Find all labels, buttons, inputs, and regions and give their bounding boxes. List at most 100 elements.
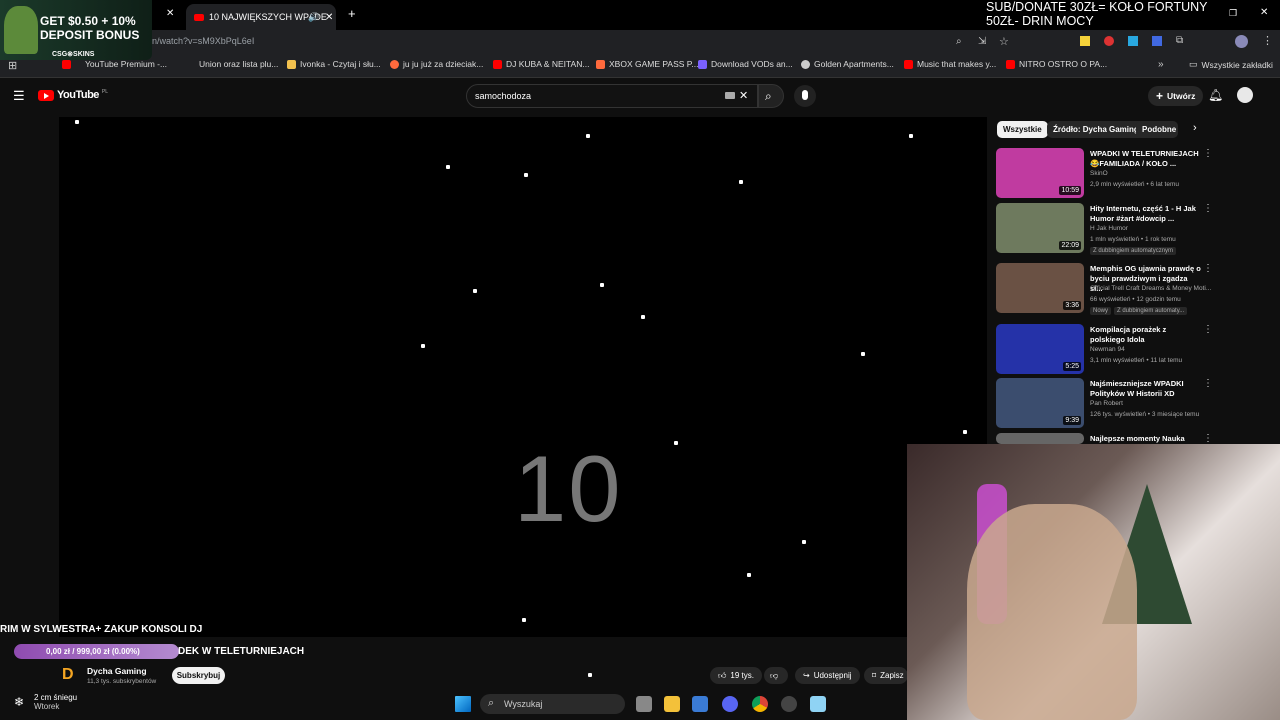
chevron-right-icon[interactable]: ›	[1193, 122, 1197, 134]
window-close-icon[interactable]: ✕	[1260, 7, 1268, 18]
stream-ticker: RIM W SYLWESTRA+ ZAKUP KONSOLI DJ	[0, 624, 203, 635]
create-button[interactable]: + Utwórz	[1148, 86, 1204, 106]
apps-grid-icon[interactable]: ⊞	[8, 59, 17, 72]
recommendation-channel[interactable]: Pan Robert	[1090, 400, 1123, 407]
video-thumbnail[interactable]: 22:09	[996, 203, 1084, 253]
puzzle-icon[interactable]: ⧉	[1176, 35, 1183, 46]
recommendation-title[interactable]: Hity Internetu, część 1 - H Jak Humor #ż…	[1090, 204, 1202, 224]
bookmark-star-icon[interactable]: ☆	[999, 35, 1009, 48]
search-input[interactable]: samochodoza ✕	[466, 84, 758, 108]
chip-label: Źródło: Dycha Gaming	[1053, 125, 1139, 134]
person-shape	[967, 504, 1137, 720]
window-restore-icon[interactable]: ❐	[1229, 8, 1237, 19]
recommendation-title[interactable]: Kompilacja porażek z polskiego Idola	[1090, 325, 1202, 345]
video-thumbnail[interactable]: 3:36	[996, 263, 1084, 313]
bookmark-favicon-icon	[596, 59, 605, 69]
bookmark-favicon-icon	[1006, 59, 1015, 69]
bookmark-item[interactable]: Union oraz lista plu...	[199, 59, 278, 69]
browser-tab[interactable]: 10 NAJWIĘKSZYCH WPADE 🔊 ✕	[186, 4, 336, 30]
search-button[interactable]: ⌕	[758, 84, 784, 108]
install-icon[interactable]: ⇲	[978, 36, 986, 47]
extension-icon[interactable]	[1080, 36, 1090, 46]
zoom-icon[interactable]: ⌕	[956, 36, 962, 47]
bookmark-item[interactable]: Golden Apartments...	[801, 59, 894, 69]
overlay-line2: 50ZŁ- DRIN MOCY	[986, 14, 1094, 28]
more-options-icon[interactable]: ⋮	[1203, 324, 1213, 335]
windows-start-icon[interactable]	[455, 696, 471, 712]
recommendation-channel[interactable]: Official Trell Craft Dreams & Money Moti…	[1090, 285, 1211, 292]
dislike-button[interactable]: 👎︎	[764, 667, 788, 684]
new-tab-icon[interactable]: +	[348, 6, 356, 21]
notepad-icon[interactable]	[810, 696, 826, 712]
share-button[interactable]: ↪ Udostępnij	[795, 667, 860, 684]
all-bookmarks[interactable]: ▭ Wszystkie zakładki	[1189, 59, 1273, 70]
prev-tab-close-icon[interactable]: ✕	[166, 8, 174, 19]
task-view-icon[interactable]	[636, 696, 652, 712]
subscribe-button[interactable]: Subskrybuj	[172, 667, 225, 684]
more-options-icon[interactable]: ⋮	[1203, 148, 1213, 159]
chrome-menu-icon[interactable]: ⋮	[1262, 34, 1273, 47]
bookmark-item[interactable]: Ivonka - Czytaj i słu...	[287, 59, 381, 69]
more-options-icon[interactable]: ⋮	[1203, 203, 1213, 214]
more-options-icon[interactable]: ⋮	[1203, 378, 1213, 389]
bookmark-item[interactable]: Download VODs an...	[698, 59, 793, 69]
obs-icon[interactable]	[781, 696, 797, 712]
bookmark-item[interactable]: DJ KUBA & NEITAN...	[493, 59, 589, 69]
recommendation-channel[interactable]: H Jak Humor	[1090, 225, 1128, 232]
recommendation-title[interactable]: WPADKI W TELETURNIEJACH 😂FAMILIADA / KOŁ…	[1090, 149, 1202, 169]
chip-all[interactable]: Wszystkie	[997, 121, 1048, 138]
channel-name[interactable]: Dycha Gaming	[87, 666, 147, 676]
account-avatar[interactable]	[1237, 87, 1253, 103]
file-explorer-icon[interactable]	[664, 696, 680, 712]
video-thumbnail[interactable]	[996, 433, 1084, 444]
bookmark-item[interactable]: XBOX GAME PASS P...	[596, 59, 698, 69]
star-particle	[446, 165, 450, 169]
video-thumbnail[interactable]: 9:39	[996, 378, 1084, 428]
video-player[interactable]: 10	[59, 117, 987, 637]
extension-icon[interactable]	[1104, 36, 1114, 46]
taskbar-search[interactable]: ⌕ Wyszukaj	[480, 694, 625, 714]
chrome-icon[interactable]	[752, 696, 768, 712]
more-bookmarks-icon[interactable]: »	[1158, 59, 1164, 70]
save-button[interactable]: ⌑ Zapisz	[864, 667, 908, 684]
bookmark-item[interactable]: ju ju już za dzieciak...	[390, 59, 483, 69]
chip-related[interactable]: Podobne	[1136, 121, 1178, 138]
youtube-logo[interactable]: YouTube PL	[38, 89, 108, 101]
video-thumbnail[interactable]: 5:25	[996, 324, 1084, 374]
voice-search-button[interactable]	[794, 85, 816, 107]
discord-icon[interactable]	[722, 696, 738, 712]
more-options-icon[interactable]: ⋮	[1203, 263, 1213, 274]
star-particle	[586, 134, 590, 138]
hamburger-menu-icon[interactable]: ☰	[13, 88, 25, 104]
video-thumbnail[interactable]: 10:59	[996, 148, 1084, 198]
star-particle	[600, 283, 604, 287]
bookmark-favicon-icon	[287, 59, 296, 69]
chip-source[interactable]: Źródło: Dycha Gaming	[1047, 121, 1145, 138]
recommendation-title[interactable]: Najlepsze momenty Nauka	[1090, 434, 1202, 444]
bookmark-item[interactable]: NITRO OSTRO O PA...	[1006, 59, 1107, 69]
store-icon[interactable]	[692, 696, 708, 712]
taskbar-weather[interactable]: 2 cm śniegu Wtorek ❄	[14, 693, 77, 711]
profile-avatar[interactable]	[1235, 35, 1248, 48]
like-button[interactable]: 👍︎ 19 tys.	[710, 667, 762, 684]
microphone-icon	[802, 90, 808, 100]
speaker-icon[interactable]: 🔊	[308, 12, 319, 23]
clear-search-icon[interactable]: ✕	[739, 89, 748, 102]
recommendation-channel[interactable]: Newman 94	[1090, 346, 1125, 353]
bookmark-favicon-icon	[698, 59, 707, 69]
recommendation-channel[interactable]: SkinO	[1090, 170, 1108, 177]
extension-icon[interactable]	[1152, 36, 1162, 46]
bookmark-item[interactable]: YouTube Premium -...	[62, 59, 167, 69]
more-options-icon[interactable]: ⋮	[1203, 433, 1213, 444]
star-particle	[963, 430, 967, 434]
channel-avatar[interactable]: D	[62, 666, 78, 684]
recommendation-title[interactable]: Najśmieszniejsze WPADKI Polityków W Hist…	[1090, 379, 1202, 399]
duration-badge: 3:36	[1063, 301, 1081, 310]
bookmark-item[interactable]: Music that makes y...	[904, 59, 996, 69]
tab-close-icon[interactable]: ✕	[325, 12, 333, 23]
extension-icon[interactable]	[1128, 36, 1138, 46]
notifications-bell-icon[interactable]: 🔔︎	[1208, 88, 1223, 102]
url-field[interactable]: n/watch?v=sM9XbPqL6eI	[152, 36, 254, 46]
bookmark-label: Download VODs an...	[711, 59, 793, 69]
keyboard-icon[interactable]	[725, 92, 735, 99]
